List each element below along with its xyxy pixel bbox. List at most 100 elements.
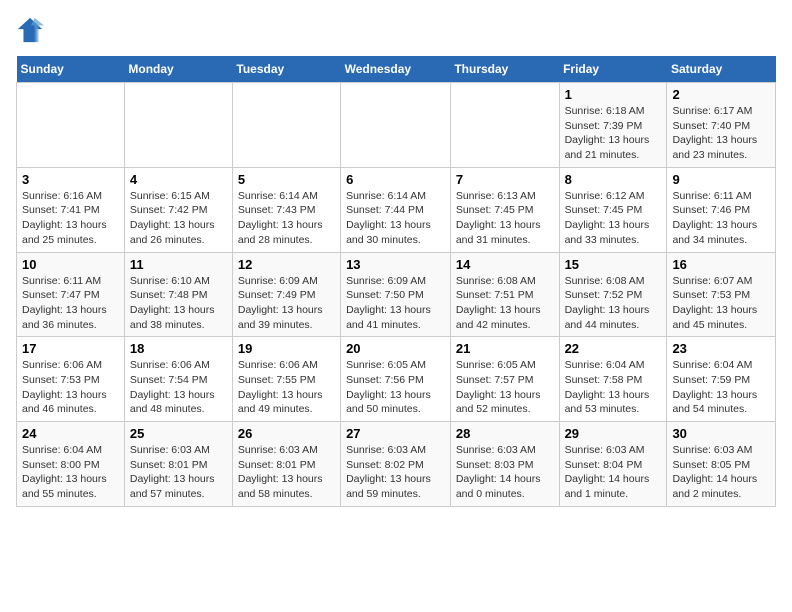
calendar-cell-5-4: 27 Sunrise: 6:03 AMSunset: 8:02 PMDayligh…	[341, 422, 451, 507]
day-number: 15	[565, 257, 662, 272]
day-number: 6	[346, 172, 445, 187]
day-number: 11	[130, 257, 227, 272]
calendar-week-3: 10 Sunrise: 6:11 AMSunset: 7:47 PMDayligh…	[17, 252, 776, 337]
calendar-cell-3-1: 10 Sunrise: 6:11 AMSunset: 7:47 PMDayligh…	[17, 252, 125, 337]
day-number: 27	[346, 426, 445, 441]
day-info: Sunrise: 6:14 AMSunset: 7:44 PMDaylight:…	[346, 189, 445, 248]
calendar-cell-2-4: 6 Sunrise: 6:14 AMSunset: 7:44 PMDaylight…	[341, 167, 451, 252]
calendar-header-row: SundayMondayTuesdayWednesdayThursdayFrid…	[17, 56, 776, 83]
logo	[16, 16, 48, 44]
day-info: Sunrise: 6:04 AMSunset: 7:59 PMDaylight:…	[672, 358, 770, 417]
day-number: 17	[22, 341, 119, 356]
day-info: Sunrise: 6:04 AMSunset: 7:58 PMDaylight:…	[565, 358, 662, 417]
day-number: 23	[672, 341, 770, 356]
day-number: 8	[565, 172, 662, 187]
day-info: Sunrise: 6:03 AMSunset: 8:04 PMDaylight:…	[565, 443, 662, 502]
calendar-cell-4-5: 21 Sunrise: 6:05 AMSunset: 7:57 PMDayligh…	[450, 337, 559, 422]
calendar-cell-1-7: 2 Sunrise: 6:17 AMSunset: 7:40 PMDaylight…	[667, 83, 776, 168]
day-info: Sunrise: 6:03 AMSunset: 8:03 PMDaylight:…	[456, 443, 554, 502]
calendar-cell-3-4: 13 Sunrise: 6:09 AMSunset: 7:50 PMDayligh…	[341, 252, 451, 337]
calendar-cell-4-1: 17 Sunrise: 6:06 AMSunset: 7:53 PMDayligh…	[17, 337, 125, 422]
day-info: Sunrise: 6:03 AMSunset: 8:01 PMDaylight:…	[130, 443, 227, 502]
day-number: 29	[565, 426, 662, 441]
day-info: Sunrise: 6:09 AMSunset: 7:49 PMDaylight:…	[238, 274, 335, 333]
calendar-cell-2-3: 5 Sunrise: 6:14 AMSunset: 7:43 PMDaylight…	[232, 167, 340, 252]
day-number: 14	[456, 257, 554, 272]
header-thursday: Thursday	[450, 56, 559, 83]
calendar-cell-1-5	[450, 83, 559, 168]
calendar-cell-5-7: 30 Sunrise: 6:03 AMSunset: 8:05 PMDayligh…	[667, 422, 776, 507]
calendar-cell-3-5: 14 Sunrise: 6:08 AMSunset: 7:51 PMDayligh…	[450, 252, 559, 337]
day-number: 22	[565, 341, 662, 356]
day-info: Sunrise: 6:09 AMSunset: 7:50 PMDaylight:…	[346, 274, 445, 333]
day-info: Sunrise: 6:05 AMSunset: 7:57 PMDaylight:…	[456, 358, 554, 417]
calendar-cell-5-6: 29 Sunrise: 6:03 AMSunset: 8:04 PMDayligh…	[559, 422, 667, 507]
day-info: Sunrise: 6:04 AMSunset: 8:00 PMDaylight:…	[22, 443, 119, 502]
day-number: 7	[456, 172, 554, 187]
day-number: 26	[238, 426, 335, 441]
day-info: Sunrise: 6:14 AMSunset: 7:43 PMDaylight:…	[238, 189, 335, 248]
day-number: 19	[238, 341, 335, 356]
day-number: 28	[456, 426, 554, 441]
logo-icon	[16, 16, 44, 44]
calendar-cell-3-6: 15 Sunrise: 6:08 AMSunset: 7:52 PMDayligh…	[559, 252, 667, 337]
calendar-week-1: 1Sunrise: 6:18 AMSunset: 7:39 PMDaylight…	[17, 83, 776, 168]
header-saturday: Saturday	[667, 56, 776, 83]
day-info: Sunrise: 6:11 AMSunset: 7:47 PMDaylight:…	[22, 274, 119, 333]
day-number: 16	[672, 257, 770, 272]
day-number: 10	[22, 257, 119, 272]
day-info: Sunrise: 6:03 AMSunset: 8:02 PMDaylight:…	[346, 443, 445, 502]
day-number: 5	[238, 172, 335, 187]
day-info: Sunrise: 6:03 AMSunset: 8:05 PMDaylight:…	[672, 443, 770, 502]
calendar-cell-2-5: 7Sunrise: 6:13 AMSunset: 7:45 PMDaylight…	[450, 167, 559, 252]
day-info: Sunrise: 6:12 AMSunset: 7:45 PMDaylight:…	[565, 189, 662, 248]
day-number: 12	[238, 257, 335, 272]
day-number: 25	[130, 426, 227, 441]
calendar-cell-5-5: 28 Sunrise: 6:03 AMSunset: 8:03 PMDayligh…	[450, 422, 559, 507]
header-wednesday: Wednesday	[341, 56, 451, 83]
day-info: Sunrise: 6:18 AMSunset: 7:39 PMDaylight:…	[565, 104, 662, 163]
day-number: 24	[22, 426, 119, 441]
day-number: 9	[672, 172, 770, 187]
day-info: Sunrise: 6:11 AMSunset: 7:46 PMDaylight:…	[672, 189, 770, 248]
day-info: Sunrise: 6:05 AMSunset: 7:56 PMDaylight:…	[346, 358, 445, 417]
day-number: 4	[130, 172, 227, 187]
day-number: 13	[346, 257, 445, 272]
calendar-cell-1-6: 1Sunrise: 6:18 AMSunset: 7:39 PMDaylight…	[559, 83, 667, 168]
day-info: Sunrise: 6:08 AMSunset: 7:52 PMDaylight:…	[565, 274, 662, 333]
day-info: Sunrise: 6:07 AMSunset: 7:53 PMDaylight:…	[672, 274, 770, 333]
header-monday: Monday	[124, 56, 232, 83]
day-info: Sunrise: 6:10 AMSunset: 7:48 PMDaylight:…	[130, 274, 227, 333]
day-number: 18	[130, 341, 227, 356]
day-number: 21	[456, 341, 554, 356]
calendar-cell-1-3	[232, 83, 340, 168]
calendar-cell-3-3: 12 Sunrise: 6:09 AMSunset: 7:49 PMDayligh…	[232, 252, 340, 337]
calendar-cell-5-3: 26Sunrise: 6:03 AMSunset: 8:01 PMDayligh…	[232, 422, 340, 507]
page-header	[16, 16, 776, 44]
day-info: Sunrise: 6:08 AMSunset: 7:51 PMDaylight:…	[456, 274, 554, 333]
day-number: 30	[672, 426, 770, 441]
header-friday: Friday	[559, 56, 667, 83]
calendar-cell-3-7: 16 Sunrise: 6:07 AMSunset: 7:53 PMDayligh…	[667, 252, 776, 337]
day-number: 2	[672, 87, 770, 102]
calendar-week-4: 17 Sunrise: 6:06 AMSunset: 7:53 PMDayligh…	[17, 337, 776, 422]
calendar-cell-2-1: 3 Sunrise: 6:16 AMSunset: 7:41 PMDaylight…	[17, 167, 125, 252]
calendar-cell-4-4: 20 Sunrise: 6:05 AMSunset: 7:56 PMDayligh…	[341, 337, 451, 422]
calendar-cell-4-6: 22 Sunrise: 6:04 AMSunset: 7:58 PMDayligh…	[559, 337, 667, 422]
header-sunday: Sunday	[17, 56, 125, 83]
day-info: Sunrise: 6:06 AMSunset: 7:54 PMDaylight:…	[130, 358, 227, 417]
day-info: Sunrise: 6:16 AMSunset: 7:41 PMDaylight:…	[22, 189, 119, 248]
calendar-cell-4-7: 23 Sunrise: 6:04 AMSunset: 7:59 PMDayligh…	[667, 337, 776, 422]
day-info: Sunrise: 6:06 AMSunset: 7:53 PMDaylight:…	[22, 358, 119, 417]
day-number: 20	[346, 341, 445, 356]
day-number: 3	[22, 172, 119, 187]
calendar-cell-1-2	[124, 83, 232, 168]
day-info: Sunrise: 6:17 AMSunset: 7:40 PMDaylight:…	[672, 104, 770, 163]
calendar-week-5: 24 Sunrise: 6:04 AMSunset: 8:00 PMDayligh…	[17, 422, 776, 507]
calendar-week-2: 3 Sunrise: 6:16 AMSunset: 7:41 PMDaylight…	[17, 167, 776, 252]
day-info: Sunrise: 6:06 AMSunset: 7:55 PMDaylight:…	[238, 358, 335, 417]
calendar-table: SundayMondayTuesdayWednesdayThursdayFrid…	[16, 56, 776, 507]
calendar-cell-2-6: 8 Sunrise: 6:12 AMSunset: 7:45 PMDaylight…	[559, 167, 667, 252]
header-tuesday: Tuesday	[232, 56, 340, 83]
calendar-cell-4-3: 19 Sunrise: 6:06 AMSunset: 7:55 PMDayligh…	[232, 337, 340, 422]
